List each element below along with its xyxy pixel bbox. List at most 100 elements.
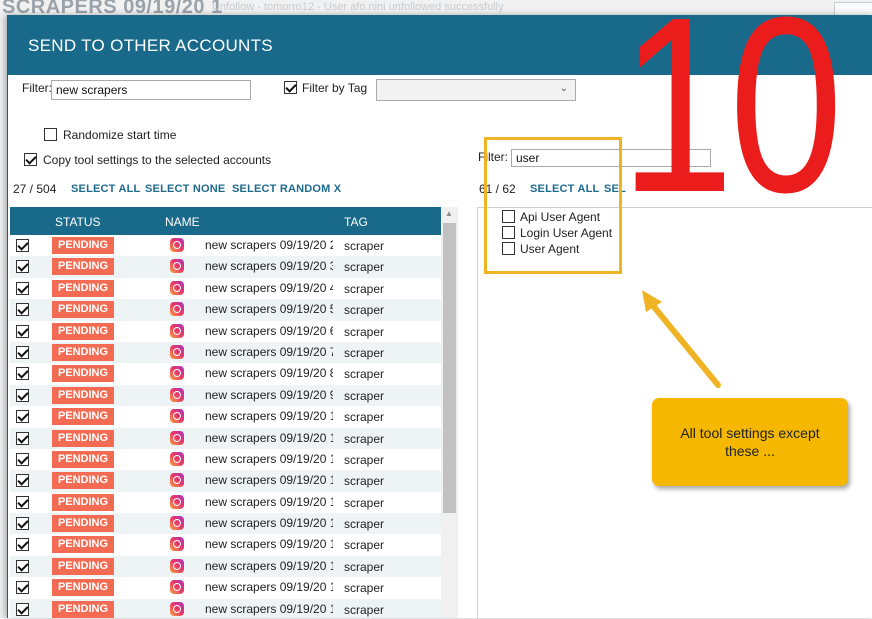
status-badge: PENDING — [52, 343, 114, 361]
accounts-scrollbar[interactable]: ▲ — [441, 207, 458, 618]
table-row[interactable]: PENDING new scrapers 09/19/20 1 scraper — [10, 555, 441, 578]
table-row[interactable]: PENDING new scrapers 09/19/20 1 scraper — [10, 427, 441, 449]
table-row[interactable]: PENDING new scrapers 09/19/20 1 scraper — [10, 598, 441, 618]
status-badge: PENDING — [52, 237, 114, 254]
randomize-start-checkbox[interactable] — [44, 128, 57, 141]
row-checkbox[interactable] — [16, 260, 29, 274]
select-random-accounts-link[interactable]: SELECT RANDOM X — [232, 183, 341, 195]
table-row[interactable]: PENDING new scrapers 09/19/20 6 scraper — [10, 321, 441, 342]
scroll-up-icon[interactable]: ▲ — [445, 209, 453, 218]
select-all-accounts-link[interactable]: SELECT ALL — [71, 183, 140, 195]
status-badge: PENDING — [52, 408, 114, 426]
row-checkbox[interactable] — [16, 281, 29, 295]
status-badge: PENDING — [52, 365, 114, 383]
account-tag: scraper — [344, 474, 385, 489]
filter-by-tag-label: Filter by Tag — [302, 81, 368, 95]
row-checkbox[interactable] — [16, 517, 29, 531]
row-checkbox[interactable] — [16, 367, 29, 381]
status-badge: PENDING — [52, 322, 114, 340]
account-name: new scrapers 09/19/20 1 — [205, 601, 333, 616]
instagram-icon — [170, 494, 184, 509]
instagram-icon — [170, 473, 184, 488]
status-badge: PENDING — [52, 279, 114, 297]
row-checkbox[interactable] — [16, 345, 29, 359]
tag-select[interactable]: ⌄ — [376, 79, 576, 101]
copy-settings-label: Copy tool settings to the selected accou… — [43, 153, 272, 167]
status-badge: PENDING — [52, 472, 114, 490]
account-name: new scrapers 09/19/20 1 — [205, 494, 333, 509]
row-checkbox[interactable] — [16, 431, 29, 445]
scrollbar-thumb[interactable] — [443, 223, 456, 513]
table-row[interactable]: PENDING new scrapers 09/19/20 4 scraper — [10, 278, 441, 299]
annotation-highlight-box — [484, 137, 622, 274]
table-row[interactable]: PENDING new scrapers 09/19/20 1 scraper — [10, 406, 441, 427]
table-row[interactable]: PENDING new scrapers 09/19/20 1 scraper — [10, 577, 441, 598]
account-tag: scraper — [344, 559, 385, 574]
account-name: new scrapers 09/19/20 1 — [205, 473, 333, 488]
instagram-icon — [170, 344, 184, 359]
row-checkbox[interactable] — [16, 474, 29, 488]
row-checkbox[interactable] — [16, 602, 29, 616]
background-status-text: Unfollow - tomorro12 - User afo.nini unf… — [212, 1, 504, 13]
account-tag: scraper — [344, 538, 385, 553]
column-header-name[interactable]: NAME — [165, 215, 200, 229]
table-row[interactable]: PENDING new scrapers 09/19/20 3 scraper — [10, 256, 441, 278]
column-header-tag[interactable]: TAG — [344, 215, 368, 229]
account-tag: scraper — [344, 239, 385, 253]
table-row[interactable]: PENDING new scrapers 09/19/20 1 scraper — [10, 449, 441, 470]
status-badge: PENDING — [52, 536, 114, 554]
account-name: new scrapers 09/19/20 2 — [205, 238, 333, 252]
row-checkbox[interactable] — [16, 324, 29, 338]
table-row[interactable]: PENDING new scrapers 09/19/20 1 scraper — [10, 470, 441, 492]
account-tag: scraper — [344, 324, 385, 339]
account-name: new scrapers 09/19/20 7 — [205, 344, 333, 359]
account-filter-input[interactable]: new scrapers — [51, 80, 251, 100]
filter-label: Filter: — [22, 81, 52, 95]
row-checkbox[interactable] — [16, 495, 29, 509]
table-row[interactable]: PENDING new scrapers 09/19/20 1 scraper — [10, 534, 441, 555]
account-tag: scraper — [344, 410, 385, 425]
status-badge: PENDING — [52, 386, 114, 404]
account-tag: scraper — [344, 431, 385, 446]
annotation-arrow — [642, 290, 721, 388]
status-badge: PENDING — [52, 450, 114, 468]
row-checkbox[interactable] — [16, 559, 29, 573]
instagram-icon — [170, 409, 184, 424]
status-badge: PENDING — [52, 301, 114, 319]
filter-by-tag-checkbox[interactable] — [284, 81, 297, 94]
callout-text: All tool settings except these ... — [680, 425, 820, 459]
instagram-icon — [170, 580, 184, 595]
table-row[interactable]: PENDING new scrapers 09/19/20 7 scraper — [10, 341, 441, 364]
table-row[interactable]: PENDING new scrapers 09/19/20 1 scraper — [10, 513, 441, 535]
row-checkbox[interactable] — [16, 388, 29, 402]
table-row[interactable]: PENDING new scrapers 09/19/20 9 scraper — [10, 384, 441, 407]
status-badge: PENDING — [52, 600, 114, 618]
instagram-icon — [170, 259, 184, 274]
instagram-icon — [170, 302, 184, 317]
account-tag: scraper — [344, 367, 385, 382]
accounts-count: 27 / 504 — [13, 182, 57, 196]
row-checkbox[interactable] — [16, 239, 29, 252]
row-checkbox[interactable] — [16, 452, 29, 466]
account-name: new scrapers 09/19/20 6 — [205, 323, 333, 338]
account-name: new scrapers 09/19/20 8 — [205, 366, 333, 381]
status-badge: PENDING — [52, 557, 114, 575]
account-name: new scrapers 09/19/20 1 — [205, 409, 333, 424]
account-tag: scraper — [344, 303, 385, 318]
status-badge: PENDING — [52, 515, 114, 533]
account-name: new scrapers 09/19/20 1 — [205, 451, 333, 466]
select-none-accounts-link[interactable]: SELECT NONE — [145, 183, 225, 195]
table-row[interactable]: PENDING new scrapers 09/19/20 5 scraper — [10, 299, 441, 321]
instagram-icon — [170, 238, 184, 252]
row-checkbox[interactable] — [16, 581, 29, 595]
randomize-start-label: Randomize start time — [63, 128, 177, 142]
table-row[interactable]: PENDING new scrapers 09/19/20 8 scraper — [10, 363, 441, 384]
row-checkbox[interactable] — [16, 410, 29, 424]
row-checkbox[interactable] — [16, 303, 29, 317]
table-row[interactable]: PENDING new scrapers 09/19/20 1 scraper — [10, 492, 441, 513]
table-row[interactable]: PENDING new scrapers 09/19/20 2 scraper — [10, 235, 441, 256]
account-tag: scraper — [344, 388, 385, 403]
column-header-status[interactable]: STATUS — [55, 215, 101, 229]
copy-settings-checkbox[interactable] — [24, 153, 37, 166]
row-checkbox[interactable] — [16, 538, 29, 552]
